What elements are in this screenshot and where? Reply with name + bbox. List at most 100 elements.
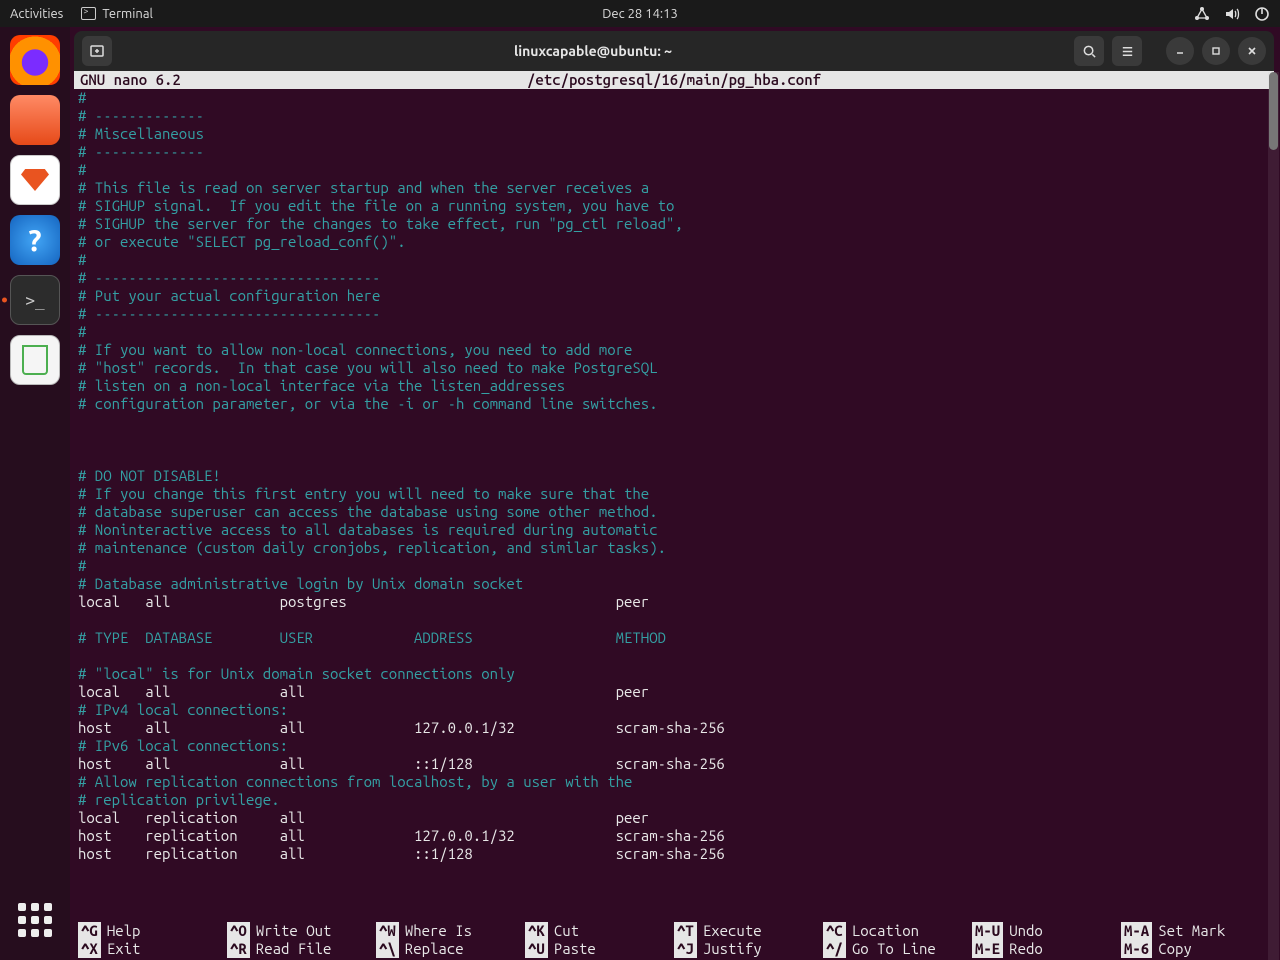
nano-filename: /etc/postgresql/16/main/pg_hba.conf bbox=[527, 71, 821, 89]
focused-app-label: Terminal bbox=[102, 7, 153, 21]
search-button[interactable] bbox=[1074, 36, 1104, 66]
nano-line bbox=[78, 431, 1270, 449]
shortcut-label: Write Out bbox=[256, 922, 332, 940]
nano-line: # DO NOT DISABLE! bbox=[78, 467, 1270, 485]
shortcut-label: Cut bbox=[554, 922, 579, 940]
nano-line: # ---------------------------------- bbox=[78, 269, 1270, 287]
nano-shortcut: M-ASet Mark bbox=[1121, 922, 1270, 940]
shortcut-key: ^J bbox=[674, 940, 697, 958]
power-icon[interactable] bbox=[1254, 6, 1270, 22]
nano-line: local replication all peer bbox=[78, 809, 1270, 827]
nano-shortcut: ^/Go To Line bbox=[823, 940, 972, 958]
shortcut-label: Replace bbox=[405, 940, 464, 958]
shortcut-key: ^U bbox=[525, 940, 548, 958]
focused-app-menu[interactable]: Terminal bbox=[81, 7, 153, 21]
network-icon[interactable] bbox=[1194, 6, 1210, 22]
window-scrollbar[interactable] bbox=[1268, 72, 1279, 960]
shortcut-key: ^W bbox=[376, 922, 399, 940]
nano-line: # Miscellaneous bbox=[78, 125, 1270, 143]
shortcut-key: ^G bbox=[78, 922, 101, 940]
nano-line bbox=[78, 413, 1270, 431]
nano-shortcut: ^G Help bbox=[78, 922, 227, 940]
nano-line: # bbox=[78, 251, 1270, 269]
shortcut-key: ^C bbox=[823, 922, 846, 940]
shortcut-key: ^T bbox=[674, 922, 697, 940]
nano-line bbox=[78, 647, 1270, 665]
nano-line: # maintenance (custom daily cronjobs, re… bbox=[78, 539, 1270, 557]
activities-button[interactable]: Activities bbox=[10, 7, 63, 21]
shortcut-label: Go To Line bbox=[852, 940, 936, 958]
shortcut-label: Where Is bbox=[405, 922, 472, 940]
nano-shortcut: ^\ Replace bbox=[376, 940, 525, 958]
nano-line: # configuration parameter, or via the -i… bbox=[78, 395, 1270, 413]
nano-shortcut: M-ERedo bbox=[972, 940, 1121, 958]
dock-files[interactable] bbox=[10, 95, 60, 145]
nano-line: # Allow replication connections from loc… bbox=[78, 773, 1270, 791]
nano-line: # ------------- bbox=[78, 107, 1270, 125]
nano-line: # IPv6 local connections: bbox=[78, 737, 1270, 755]
nano-line: # listen on a non-local interface via th… bbox=[78, 377, 1270, 395]
window-title: linuxcapable@ubuntu: ~ bbox=[120, 43, 1066, 59]
shortcut-label: Justify bbox=[703, 940, 762, 958]
nano-line: # TYPE DATABASE USER ADDRESS METHOD bbox=[78, 629, 1270, 647]
dock-terminal[interactable] bbox=[10, 275, 60, 325]
dock-trash[interactable] bbox=[10, 335, 60, 385]
shortcut-key: ^R bbox=[227, 940, 250, 958]
shortcut-key: ^\ bbox=[376, 940, 399, 958]
nano-line bbox=[78, 449, 1270, 467]
close-button[interactable] bbox=[1238, 37, 1266, 65]
nano-line: # ---------------------------------- bbox=[78, 305, 1270, 323]
shortcut-key: M-E bbox=[972, 940, 1003, 958]
nano-line: # Noninteractive access to all databases… bbox=[78, 521, 1270, 539]
nano-line: # "host" records. In that case you will … bbox=[78, 359, 1270, 377]
gnome-top-bar: Activities Terminal Dec 28 14:13 bbox=[0, 0, 1280, 27]
dock-firefox[interactable] bbox=[10, 35, 60, 85]
shortcut-label: Undo bbox=[1009, 922, 1043, 940]
nano-shortcut: ^UPaste bbox=[525, 940, 674, 958]
nano-shortcut: ^K Cut bbox=[525, 922, 674, 940]
nano-line: # If you want to allow non-local connect… bbox=[78, 341, 1270, 359]
nano-shortcut-bar: ^GHelp^OWrite Out^WWhere Is^KCut^TExecut… bbox=[74, 922, 1274, 960]
nano-buffer[interactable]: ## -------------# Miscellaneous# -------… bbox=[74, 89, 1274, 863]
maximize-button[interactable] bbox=[1202, 37, 1230, 65]
new-tab-button[interactable] bbox=[82, 36, 112, 66]
volume-icon[interactable] bbox=[1224, 6, 1240, 22]
nano-line: # bbox=[78, 323, 1270, 341]
shortcut-label: Help bbox=[107, 922, 141, 940]
nano-version: GNU nano 6.2 bbox=[80, 71, 181, 89]
terminal-window: linuxcapable@ubuntu: ~ GNU nano 6.2 /etc… bbox=[74, 31, 1274, 960]
nano-line: # "local" is for Unix domain socket conn… bbox=[78, 665, 1270, 683]
dock-help[interactable]: ? bbox=[10, 215, 60, 265]
show-applications-button[interactable] bbox=[13, 898, 57, 942]
nano-line: # bbox=[78, 161, 1270, 179]
nano-shortcut: M-6Copy bbox=[1121, 940, 1270, 958]
nano-editor[interactable]: GNU nano 6.2 /etc/postgresql/16/main/pg_… bbox=[74, 71, 1274, 960]
nano-line: host replication all ::1/128 scram-sha-2… bbox=[78, 845, 1270, 863]
nano-line: host replication all 127.0.0.1/32 scram-… bbox=[78, 827, 1270, 845]
nano-line: # bbox=[78, 557, 1270, 575]
clock[interactable]: Dec 28 14:13 bbox=[602, 7, 678, 21]
nano-shortcut: ^RRead File bbox=[227, 940, 376, 958]
nano-line: # or execute "SELECT pg_reload_conf()". bbox=[78, 233, 1270, 251]
dock-software[interactable] bbox=[10, 155, 60, 205]
nano-line: # ------------- bbox=[78, 143, 1270, 161]
minimize-button[interactable] bbox=[1166, 37, 1194, 65]
hamburger-menu-button[interactable] bbox=[1112, 36, 1142, 66]
nano-shortcut: ^CLocation bbox=[823, 922, 972, 940]
nano-line: # IPv4 local connections: bbox=[78, 701, 1270, 719]
shortcut-label: Set Mark bbox=[1158, 922, 1225, 940]
terminal-headerbar: linuxcapable@ubuntu: ~ bbox=[74, 31, 1274, 71]
nano-line: # replication privilege. bbox=[78, 791, 1270, 809]
shortcut-key: ^K bbox=[525, 922, 548, 940]
nano-shortcut: ^J Justify bbox=[674, 940, 823, 958]
nano-shortcut: ^OWrite Out bbox=[227, 922, 376, 940]
nano-shortcut: ^W Where Is bbox=[376, 922, 525, 940]
nano-line: host all all ::1/128 scram-sha-256 bbox=[78, 755, 1270, 773]
scrollbar-thumb[interactable] bbox=[1269, 72, 1278, 150]
nano-line: local all all peer bbox=[78, 683, 1270, 701]
nano-line: # This file is read on server startup an… bbox=[78, 179, 1270, 197]
nano-shortcut: ^XExit bbox=[78, 940, 227, 958]
nano-line: # If you change this first entry you wil… bbox=[78, 485, 1270, 503]
nano-line: host all all 127.0.0.1/32 scram-sha-256 bbox=[78, 719, 1270, 737]
shortcut-key: M-6 bbox=[1121, 940, 1152, 958]
